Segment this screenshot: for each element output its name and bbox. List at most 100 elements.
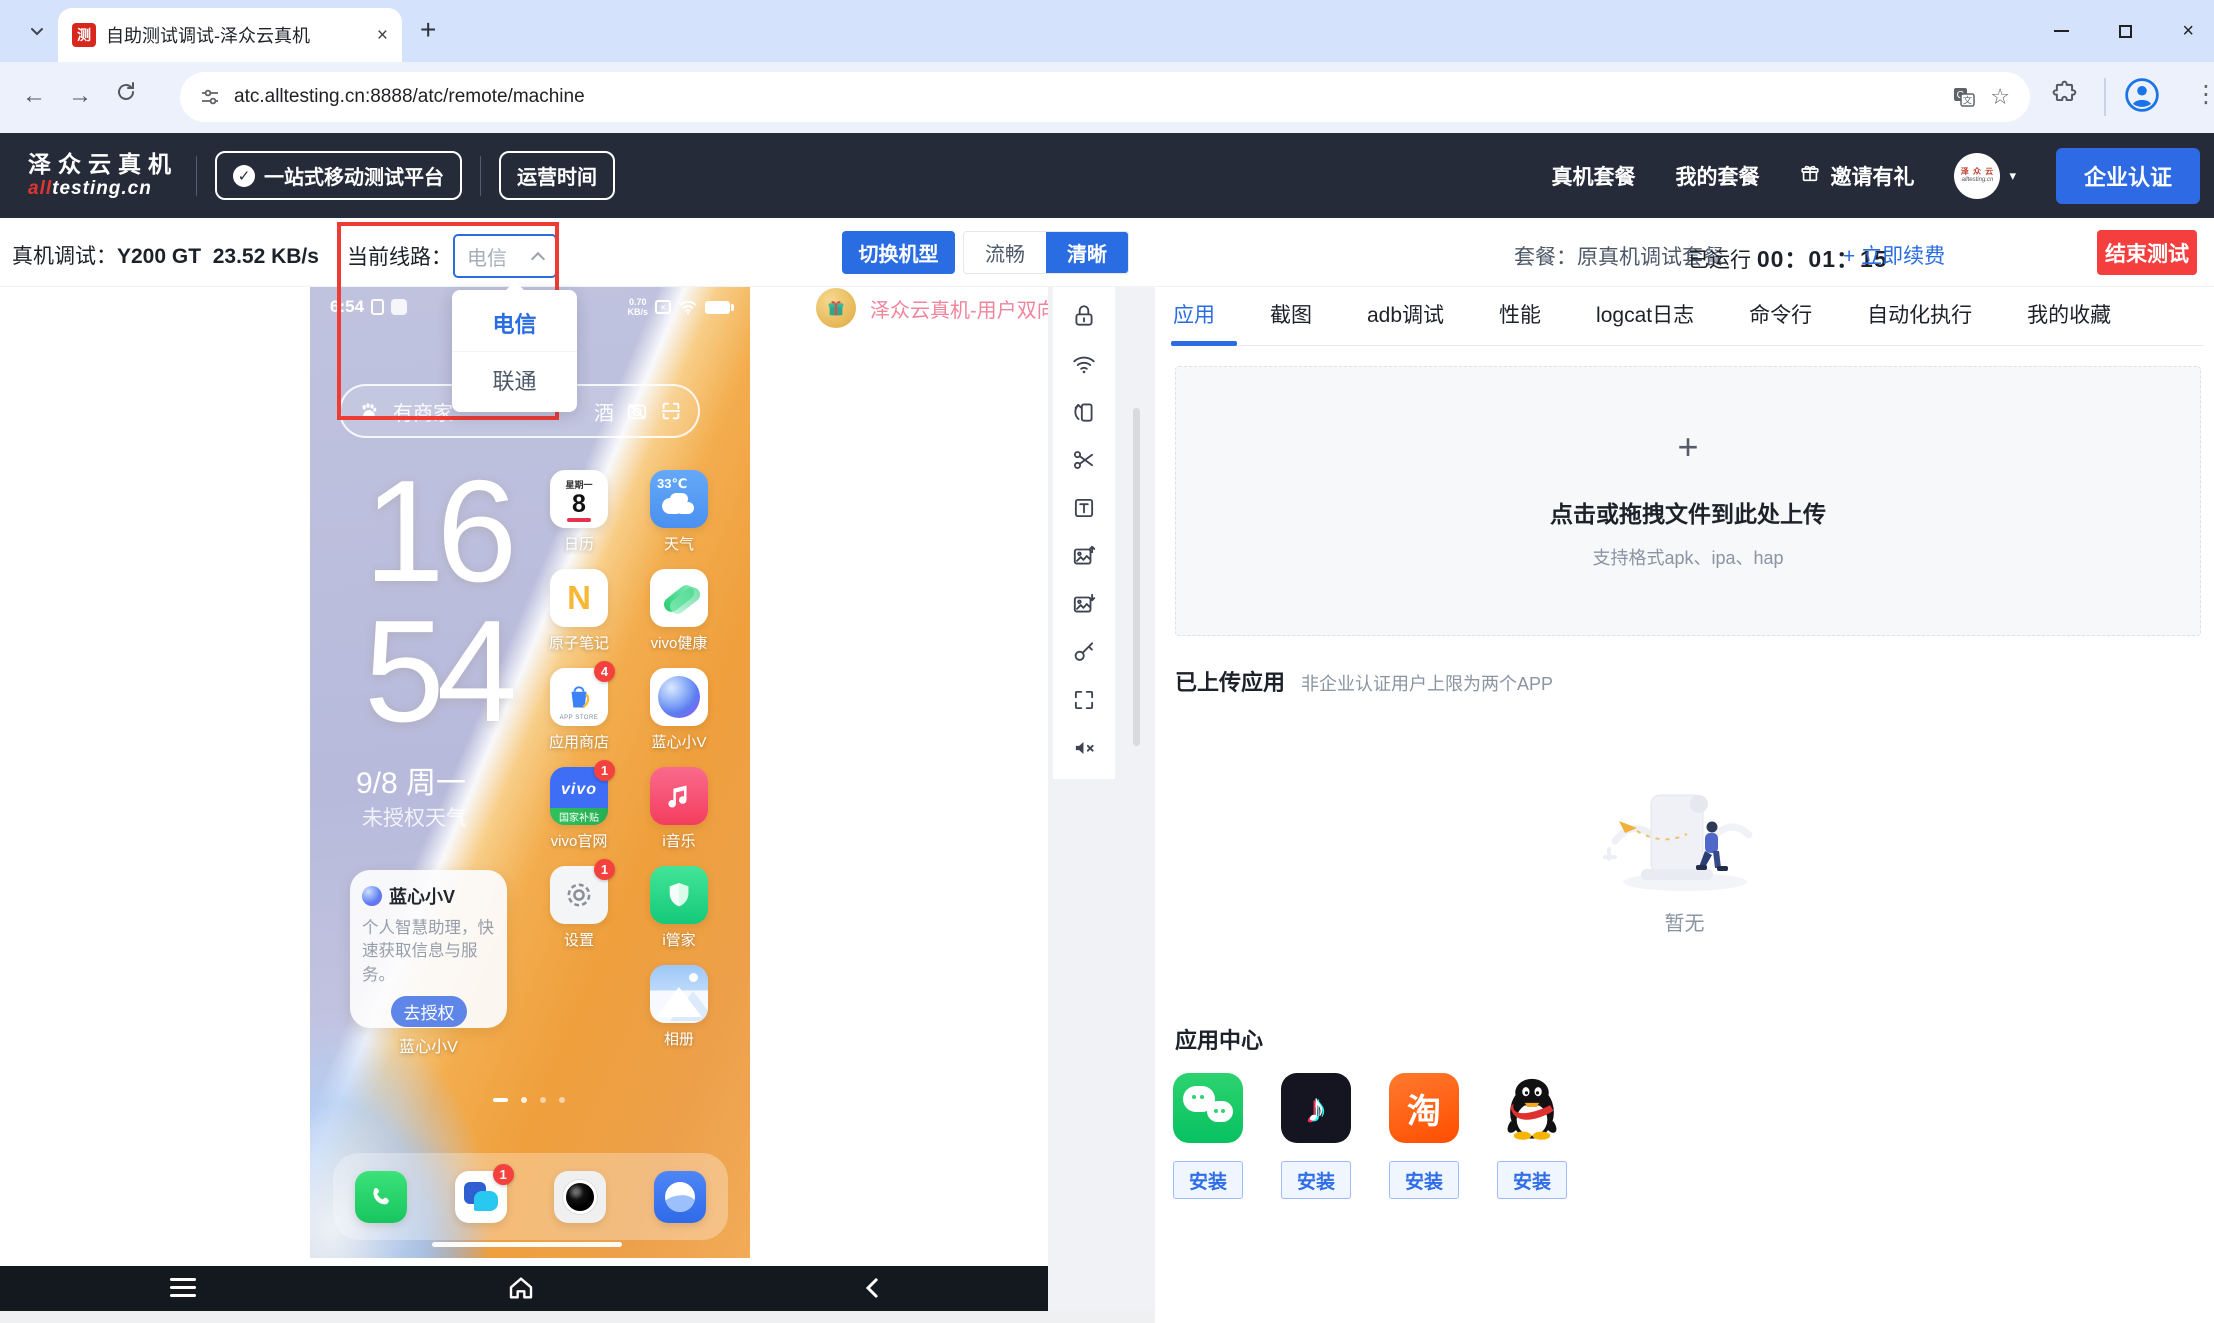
uploaded-apps-note: 非企业认证用户上限为两个APP (1301, 670, 1553, 696)
switch-device-button[interactable]: 切换机型 (842, 231, 955, 274)
extensions-icon[interactable] (2052, 80, 2078, 111)
install-button-taobao[interactable]: 安装 (1389, 1161, 1459, 1199)
phone-app-calendar[interactable]: 星期一8日历 (550, 470, 608, 569)
navbar-menu: 真机套餐 我的套餐 邀请有礼 (1551, 161, 1914, 191)
operating-hours-badge[interactable]: 运营时间 (499, 151, 615, 200)
phone-app-photos[interactable]: 相册 (650, 965, 708, 1064)
enterprise-verify-button[interactable]: 企业认证 (2056, 148, 2200, 204)
screen: 测 自助测试调试-泽众云真机 × + × ← → atc.alltesting.… (0, 0, 2214, 1323)
bookmark-star-icon[interactable]: ☆ (1990, 84, 2010, 110)
maximize-icon[interactable] (2119, 25, 2132, 38)
browser-menu-icon[interactable]: ⋮ (2194, 80, 2214, 109)
panel-tabs: 应用 截图 adb调试 性能 logcat日志 命令行 自动化执行 我的收藏 (1173, 299, 2111, 329)
scrollbar[interactable] (1133, 408, 1140, 746)
text-input-icon[interactable] (1071, 495, 1097, 521)
tab-3[interactable]: adb调试 (1367, 299, 1444, 329)
install-button-qq[interactable]: 安装 (1497, 1161, 1567, 1199)
network-speed: 23.52 KB/s (213, 245, 319, 268)
phone-app-guard[interactable]: i管家 (650, 866, 708, 965)
line-option-selected[interactable]: 电信 (452, 294, 577, 351)
fullscreen-icon[interactable] (1071, 687, 1097, 713)
site-logo[interactable]: 泽众云真机 alltesting.cn (28, 152, 178, 199)
app-center-taobao: 淘安装 (1389, 1073, 1459, 1199)
nav-item-my-plans[interactable]: 我的套餐 (1675, 161, 1759, 191)
app-center-douyin: ♪ 安装 (1281, 1073, 1351, 1199)
camera-search-icon[interactable] (626, 400, 648, 422)
assistant-icon (362, 886, 382, 906)
user-avatar-menu[interactable]: 泽 众 云 alltesting.cn ▾ (1954, 153, 2016, 199)
recents-menu-icon[interactable] (170, 1278, 196, 1297)
avatar[interactable]: 泽 众 云 alltesting.cn (1954, 153, 2000, 199)
upload-dropzone[interactable]: + 点击或拖拽文件到此处上传 支持格式apk、ipa、hap (1175, 366, 2201, 636)
dock-browser-app[interactable] (654, 1171, 706, 1223)
mode-smooth-button[interactable]: 流畅 (964, 232, 1046, 273)
tab-5[interactable]: logcat日志 (1596, 299, 1694, 329)
assistant-desc: 个人智慧助理，快速获取信息与服务。 (362, 917, 495, 987)
wechat-icon[interactable] (1173, 1073, 1243, 1143)
phone-clock-minutes: 54 (364, 599, 509, 744)
phone-app-music[interactable]: i音乐 (650, 767, 708, 866)
install-button-wechat[interactable]: 安装 (1173, 1161, 1243, 1199)
tab-close-icon[interactable]: × (377, 26, 388, 45)
window-close-icon[interactable]: × (2182, 21, 2194, 41)
mode-clear-button[interactable]: 清晰 (1046, 232, 1128, 273)
reload-icon[interactable] (114, 80, 138, 111)
nav-item-device-plans[interactable]: 真机套餐 (1551, 161, 1635, 191)
tab-7[interactable]: 自动化执行 (1867, 299, 1972, 329)
nav-item-invite[interactable]: 邀请有礼 (1799, 161, 1914, 191)
minimize-icon[interactable] (2054, 30, 2069, 32)
profile-avatar-icon[interactable] (2124, 77, 2160, 118)
qq-icon[interactable] (1497, 1073, 1567, 1143)
back-chevron-icon[interactable] (858, 1273, 888, 1308)
translate-icon[interactable]: G文 (1952, 85, 1976, 109)
taobao-icon[interactable]: 淘 (1389, 1073, 1459, 1143)
tab-search-chevron-icon[interactable] (16, 11, 58, 51)
end-test-button[interactable]: 结束测试 (2097, 230, 2197, 275)
key-icon[interactable] (1071, 639, 1097, 665)
tab-8[interactable]: 我的收藏 (2027, 299, 2111, 329)
gift-icon (1799, 162, 1821, 190)
forward-icon[interactable]: → (68, 82, 92, 110)
remote-phone-screen[interactable]: 6:54 0.70 KB/s × 有商家 酒 16 54 9/8 周一 未 (310, 287, 750, 1258)
dock-camera-app[interactable] (554, 1171, 606, 1223)
home-icon[interactable] (505, 1272, 537, 1309)
new-tab-button[interactable]: + (420, 14, 436, 46)
install-button-douyin[interactable]: 安装 (1281, 1161, 1351, 1199)
phone-sim-icon: × (655, 300, 671, 314)
renew-link[interactable]: + 立即续费 (1843, 240, 1945, 270)
tab-2[interactable]: 截图 (1270, 299, 1312, 329)
phone-app-health[interactable]: vivo健康 (650, 569, 708, 668)
rotate-screen-icon[interactable] (1071, 399, 1097, 425)
phone-app-settings[interactable]: 1设置 (550, 866, 608, 965)
back-icon[interactable]: ← (22, 82, 46, 110)
phone-app-blue-v[interactable]: 蓝心小V (650, 668, 708, 767)
image-download-icon[interactable] (1071, 591, 1097, 617)
authorize-button[interactable]: 去授权 (391, 996, 467, 1027)
lock-icon[interactable] (1071, 303, 1097, 329)
scan-icon[interactable] (660, 400, 682, 422)
wifi-icon[interactable] (1071, 351, 1097, 377)
tab-4[interactable]: 性能 (1499, 299, 1541, 329)
douyin-icon[interactable]: ♪ (1281, 1073, 1351, 1143)
tab-1[interactable]: 应用 (1173, 299, 1215, 329)
navbar-divider (480, 156, 481, 196)
assistant-card[interactable]: 蓝心小V 个人智慧助理，快速获取信息与服务。 去授权 (350, 870, 507, 1028)
line-option-other[interactable]: 联通 (452, 351, 577, 408)
dock-messages-app[interactable]: 1 (455, 1171, 507, 1223)
chevron-down-icon[interactable]: ▾ (2009, 168, 2016, 184)
image-upload-icon[interactable] (1071, 543, 1097, 569)
browser-tab[interactable]: 测 自助测试调试-泽众云真机 × (58, 8, 402, 62)
phone-app-notes[interactable]: N原子笔记 (549, 569, 609, 668)
site-settings-icon[interactable] (200, 87, 220, 107)
line-select[interactable]: 电信 (453, 234, 557, 278)
tab-6[interactable]: 命令行 (1749, 299, 1812, 329)
phone-app-label: 原子笔记 (549, 632, 609, 653)
url-bar[interactable]: atc.alltesting.cn:8888/atc/remote/machin… (180, 72, 2030, 122)
phone-status-time: 6:54 (330, 297, 364, 317)
mute-icon[interactable] (1071, 735, 1097, 761)
dock-phone-app[interactable] (355, 1171, 407, 1223)
phone-app-app-store[interactable]: APP STORE4应用商店 (549, 668, 609, 767)
phone-app-weather[interactable]: 33℃天气 (650, 470, 708, 569)
scissors-icon[interactable] (1071, 447, 1097, 473)
phone-app-vivo[interactable]: vivo国家补贴1vivo官网 (550, 767, 608, 866)
